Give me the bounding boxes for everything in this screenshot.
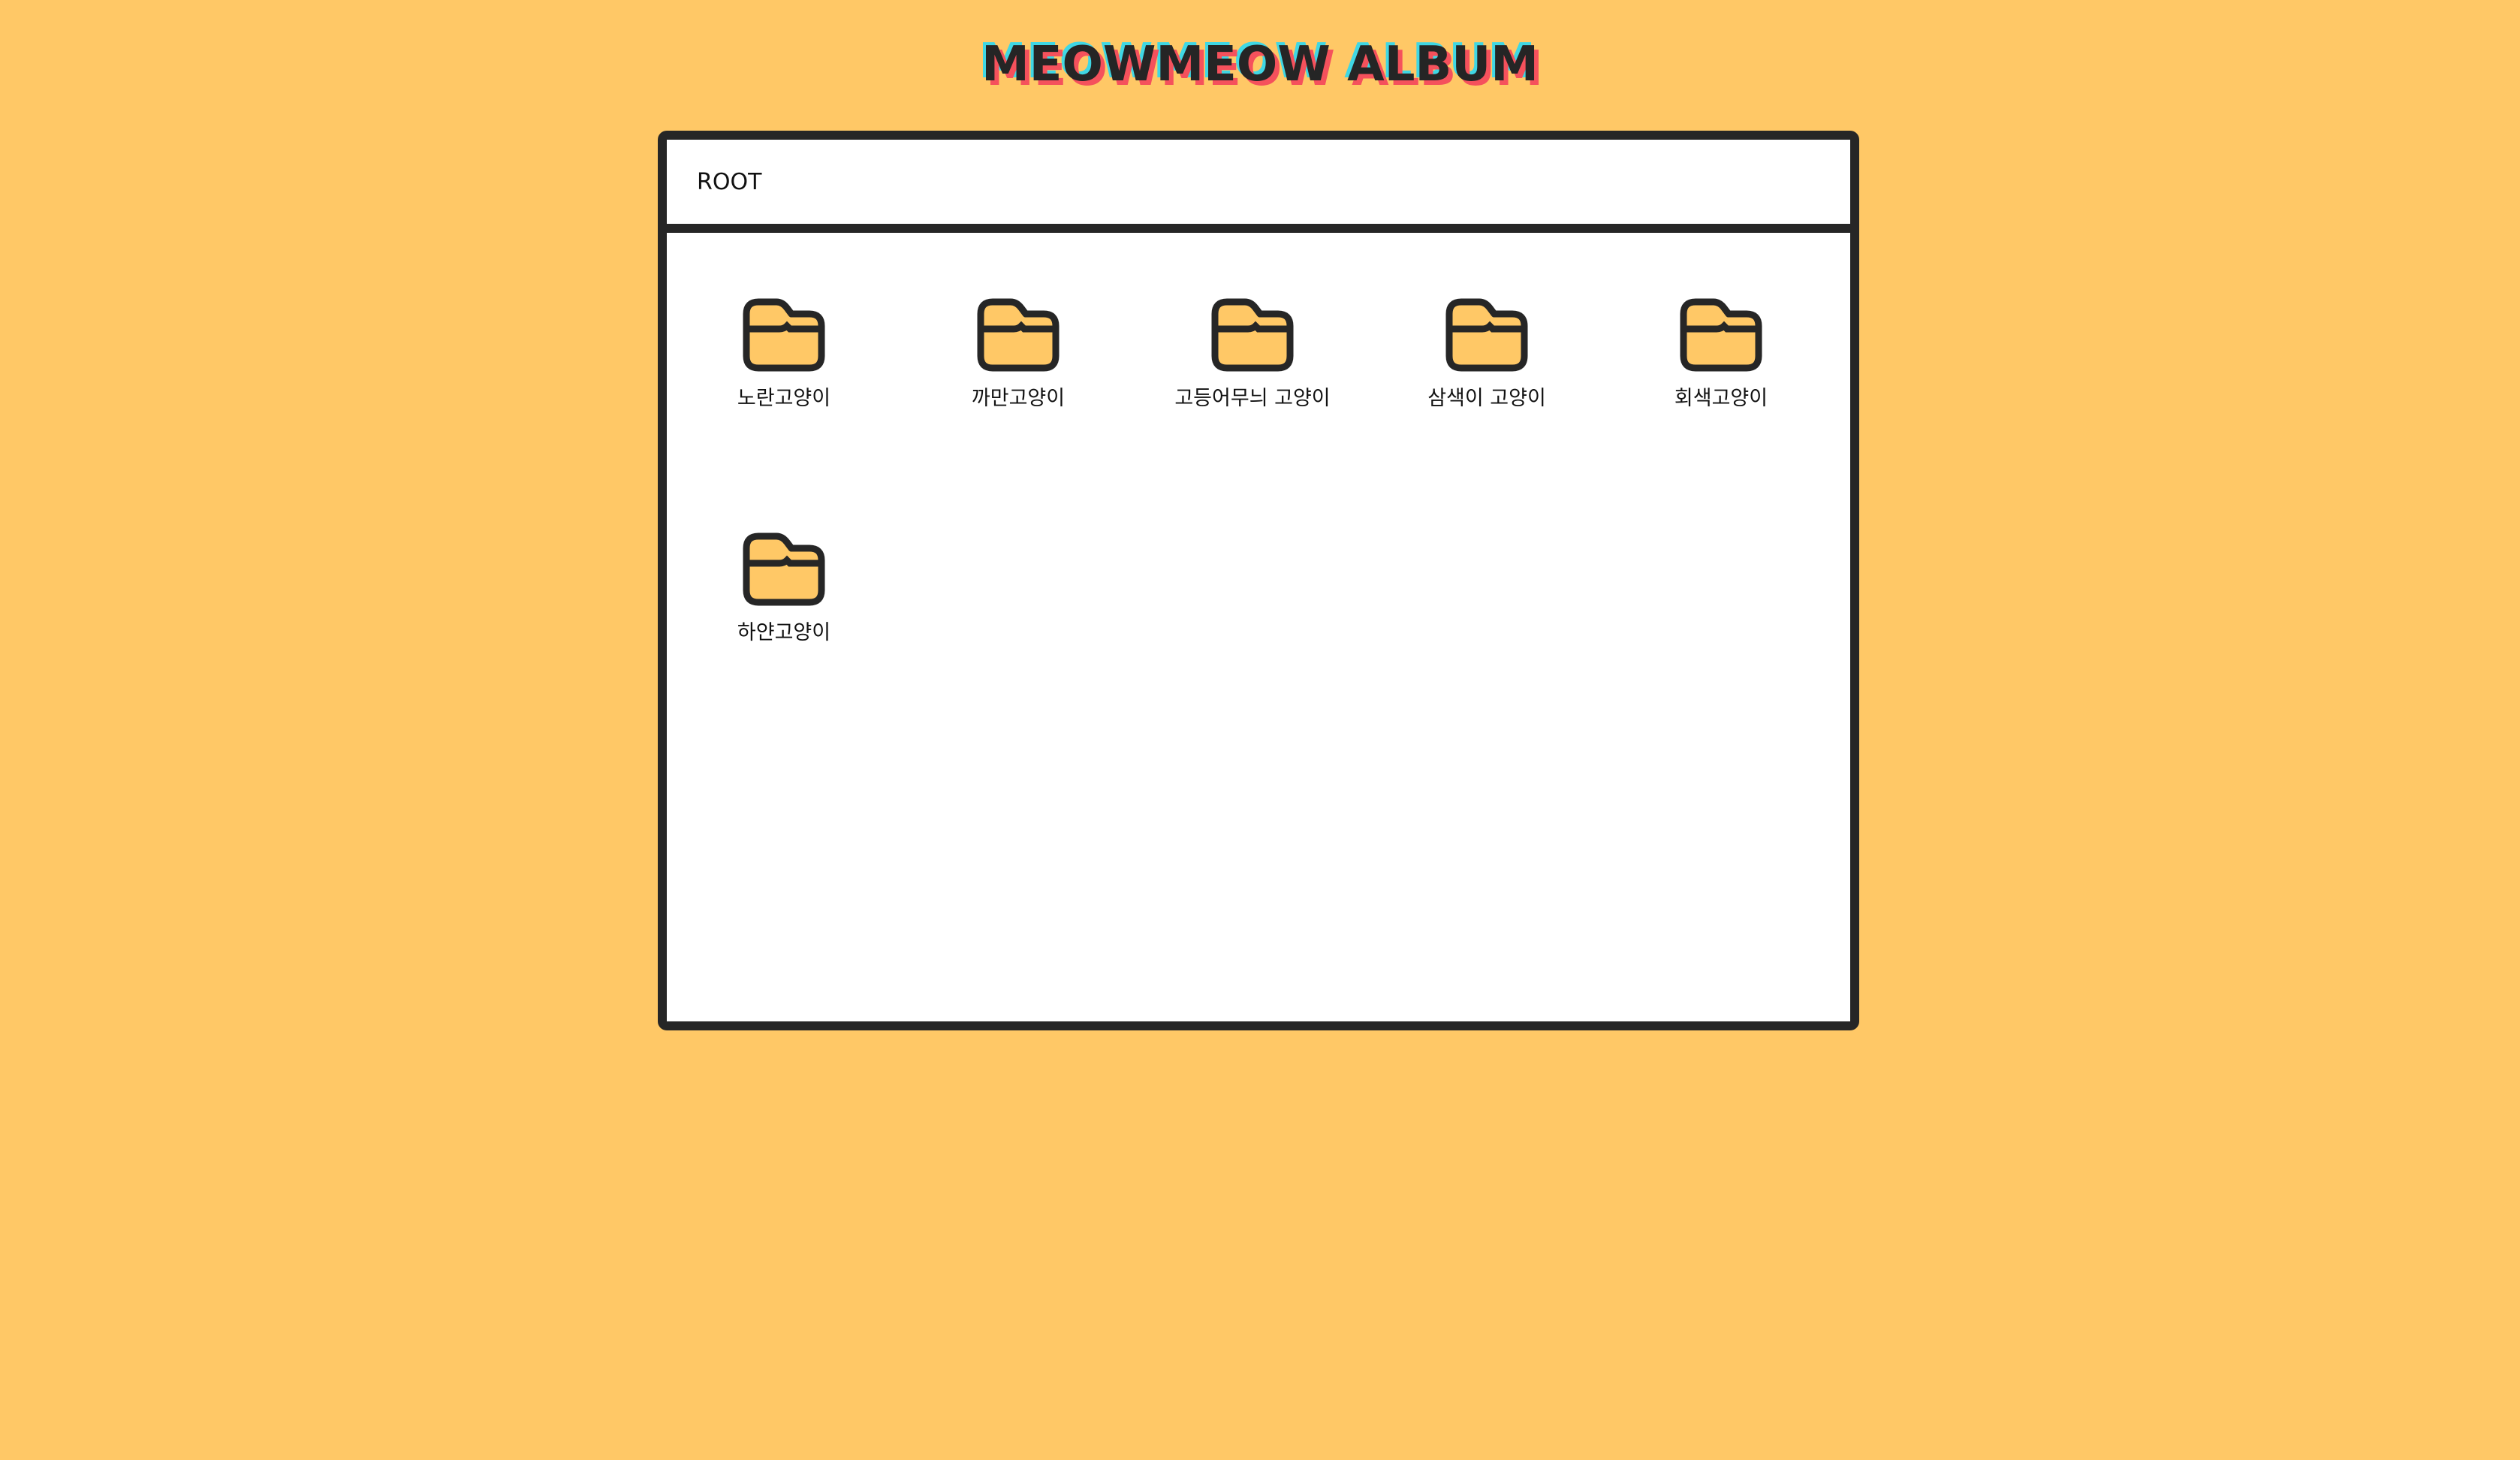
folder-node[interactable]: 하얀고양이 — [706, 530, 862, 765]
folder-node[interactable]: 노란고양이 — [706, 296, 862, 530]
folder-icon — [1680, 298, 1762, 372]
folder-node[interactable]: 회색고양이 — [1643, 296, 1799, 530]
folder-name: 회색고양이 — [1674, 387, 1768, 410]
folder-name: 고등어무늬 고양이 — [1174, 387, 1331, 410]
folder-icon — [743, 532, 825, 606]
folder-icon — [743, 298, 825, 372]
folder-icon — [1445, 298, 1528, 372]
folder-name: 하얀고양이 — [737, 621, 831, 644]
folder-name: 노란고양이 — [737, 387, 831, 410]
breadcrumb-item-root[interactable]: ROOT — [697, 169, 761, 195]
folder-icon — [977, 298, 1060, 372]
folder-node[interactable]: 고등어무늬 고양이 — [1174, 296, 1331, 530]
folder-icon — [1211, 298, 1294, 372]
node-grid: 노란고양이 까만고양이 고등어무늬 고양이 삼색이 고양이 회색고양이 하얀고양… — [667, 233, 1850, 765]
folder-node[interactable]: 삼색이 고양이 — [1409, 296, 1565, 530]
folder-name: 삼색이 고양이 — [1427, 387, 1546, 410]
breadcrumb: ROOT — [667, 140, 1850, 233]
folder-name: 까만고양이 — [971, 387, 1066, 410]
app-title: MEOWMEOW ALBUM — [981, 37, 1539, 92]
album-window: ROOT 노란고양이 까만고양이 고등어무늬 고양이 삼색이 고양이 회색고양이… — [658, 131, 1859, 1030]
folder-node[interactable]: 까만고양이 — [940, 296, 1096, 530]
